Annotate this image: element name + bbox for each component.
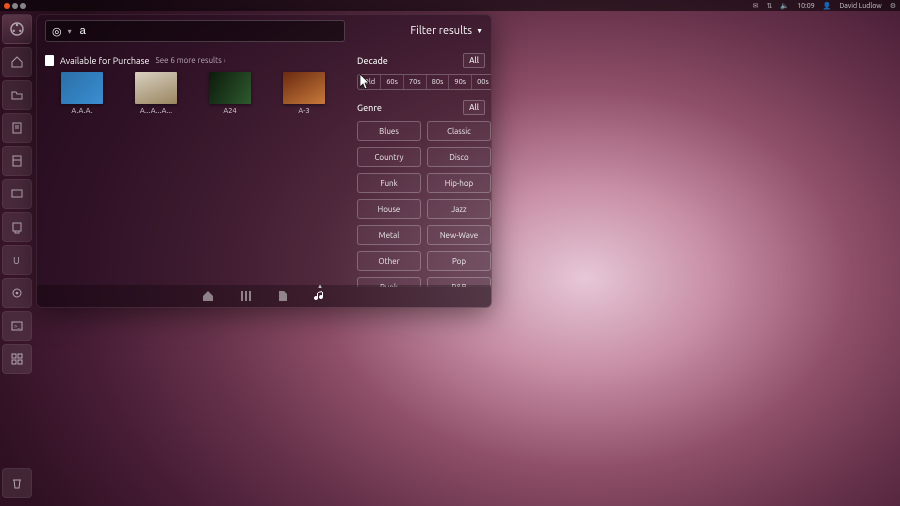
genre-option[interactable]: House	[357, 199, 421, 219]
chevron-down-icon: ▼	[476, 27, 483, 35]
launcher-calc[interactable]	[2, 146, 32, 176]
result-label: A...A...A...	[140, 107, 172, 115]
genre-option[interactable]: Metal	[357, 225, 421, 245]
launcher-home[interactable]	[2, 47, 32, 77]
genre-option[interactable]: Pop	[427, 251, 491, 271]
sound-icon[interactable]: 🔈	[780, 2, 789, 10]
genre-option[interactable]: Country	[357, 147, 421, 167]
decade-option[interactable]: Old	[358, 75, 381, 89]
session-user[interactable]: David Ludlow	[839, 2, 881, 10]
launcher: U >_	[0, 11, 34, 506]
clock[interactable]: 10:09	[797, 2, 815, 10]
album-art	[135, 72, 177, 104]
result-grid: A.A.A. A...A...A... A24 A-3	[45, 72, 345, 115]
decade-option[interactable]: 90s	[449, 75, 472, 89]
power-icon[interactable]: ⚙	[890, 2, 896, 10]
genre-option[interactable]: Hip-hop	[427, 173, 491, 193]
launcher-workspace[interactable]	[2, 344, 32, 374]
lens-home[interactable]	[202, 290, 214, 302]
genre-option[interactable]: New-Wave	[427, 225, 491, 245]
decade-options: Old60s70s80s90s00s10s	[357, 74, 491, 90]
trash-icon[interactable]	[2, 468, 32, 498]
close-icon[interactable]	[4, 3, 10, 9]
user-icon: 👤	[823, 2, 832, 10]
launcher-folder[interactable]	[2, 80, 32, 110]
filter-results-toggle[interactable]: Filter results ▼	[410, 25, 483, 37]
filter-genre: Genre All BluesClassicCountryDiscoFunkHi…	[357, 100, 485, 287]
network-icon[interactable]: ⇅	[767, 2, 773, 10]
album-art	[209, 72, 251, 104]
lens-apps[interactable]	[240, 290, 252, 302]
result-item[interactable]: A24	[209, 72, 251, 115]
mail-icon[interactable]: ✉	[753, 2, 759, 10]
svg-text:>_: >_	[14, 323, 20, 330]
result-item[interactable]: A-3	[283, 72, 325, 115]
result-label: A-3	[298, 107, 309, 115]
genre-option[interactable]: Other	[357, 251, 421, 271]
filter-decade: Decade All Old60s70s80s90s00s10s	[357, 53, 485, 90]
maximize-icon[interactable]	[20, 3, 26, 9]
filter-results-label: Filter results	[410, 25, 472, 37]
decade-option[interactable]: 70s	[404, 75, 427, 89]
dash-button[interactable]	[2, 14, 32, 44]
window-controls	[4, 3, 26, 9]
result-label: A24	[223, 107, 236, 115]
dash-header: ◎ ▾ Filter results ▼	[37, 15, 491, 47]
result-label: A.A.A.	[71, 107, 92, 115]
launcher-ubuntuone[interactable]: U	[2, 245, 32, 275]
decade-option[interactable]: 00s	[472, 75, 491, 89]
launcher-impress[interactable]	[2, 179, 32, 209]
dash: ◎ ▾ Filter results ▼ Available for Purch…	[36, 14, 492, 308]
search-scope-icon: ◎	[52, 25, 62, 38]
top-panel: ✉ ⇅ 🔈 10:09 👤 David Ludlow ⚙	[0, 0, 900, 11]
filter-genre-title: Genre	[357, 103, 382, 113]
filter-genre-all[interactable]: All	[463, 100, 485, 115]
section-title: Available for Purchase	[60, 56, 150, 66]
decade-option[interactable]: 60s	[381, 75, 404, 89]
genre-options: BluesClassicCountryDiscoFunkHip-hopHouse…	[357, 121, 485, 287]
genre-option[interactable]: Blues	[357, 121, 421, 141]
svg-text:U: U	[13, 255, 20, 266]
album-art	[61, 72, 103, 104]
filter-pane: Decade All Old60s70s80s90s00s10s Genre A…	[353, 47, 491, 287]
result-item[interactable]: A.A.A.	[61, 72, 103, 115]
search-field[interactable]: ◎ ▾	[45, 20, 345, 42]
lens-files[interactable]	[278, 290, 288, 302]
category-icon	[45, 55, 54, 66]
album-art	[283, 72, 325, 104]
launcher-settings[interactable]	[2, 278, 32, 308]
see-more-link[interactable]: See 6 more results ›	[156, 56, 226, 65]
genre-option[interactable]: Disco	[427, 147, 491, 167]
genre-option[interactable]: Jazz	[427, 199, 491, 219]
genre-option[interactable]: Funk	[357, 173, 421, 193]
launcher-terminal[interactable]: >_	[2, 311, 32, 341]
search-scope-dropdown-icon[interactable]: ▾	[68, 27, 72, 36]
launcher-writer[interactable]	[2, 113, 32, 143]
launcher-software[interactable]	[2, 212, 32, 242]
filter-decade-all[interactable]: All	[463, 53, 485, 68]
decade-option[interactable]: 80s	[427, 75, 450, 89]
genre-option[interactable]: Classic	[427, 121, 491, 141]
lens-music[interactable]	[314, 290, 326, 302]
lens-bar	[37, 285, 491, 307]
section-header: Available for Purchase See 6 more result…	[45, 55, 345, 66]
results-pane: Available for Purchase See 6 more result…	[37, 47, 353, 287]
minimize-icon[interactable]	[12, 3, 18, 9]
result-item[interactable]: A...A...A...	[135, 72, 177, 115]
search-input[interactable]	[78, 24, 322, 38]
filter-decade-title: Decade	[357, 56, 388, 66]
